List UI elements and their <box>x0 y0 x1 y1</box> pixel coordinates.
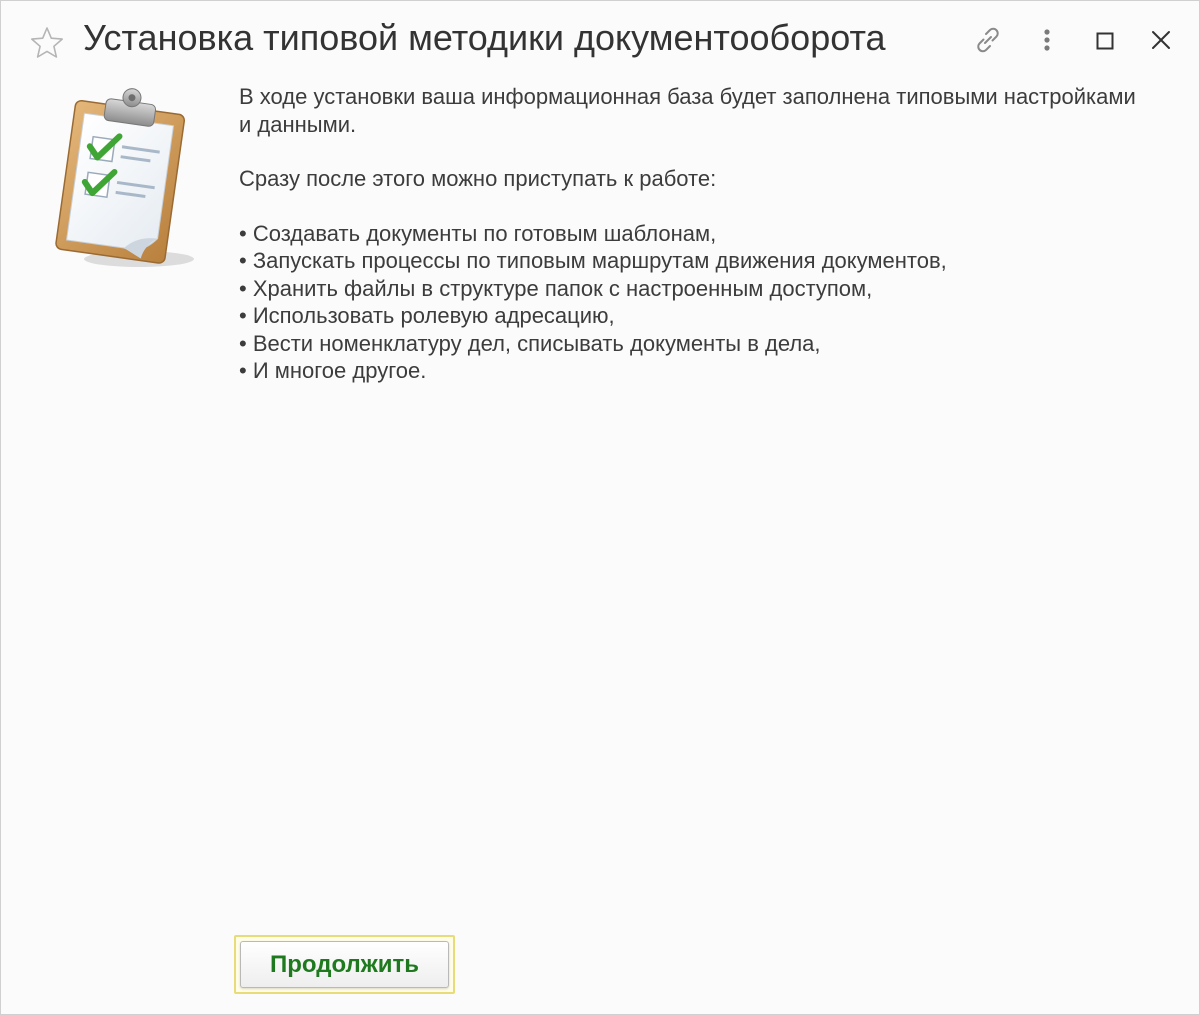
title-bar: Установка типовой методики документообор… <box>1 1 1199 79</box>
close-icon[interactable] <box>1144 23 1178 57</box>
feature-list: • Создавать документы по готовым шаблона… <box>239 220 1139 385</box>
list-item: • Хранить файлы в структуре папок с наст… <box>239 275 873 301</box>
more-vertical-icon[interactable] <box>1030 23 1064 57</box>
star-icon[interactable] <box>29 25 65 61</box>
after-text: Сразу после этого можно приступать к раб… <box>239 166 717 191</box>
clipboard-checklist-icon <box>41 83 201 273</box>
default-button-frame: Продолжить <box>234 935 455 994</box>
window-title: Установка типовой методики документообор… <box>83 17 886 58</box>
dialog-window: Установка типовой методики документообор… <box>0 0 1200 1015</box>
intro-text: В ходе установки ваша информационная баз… <box>239 84 1136 137</box>
list-item: • Создавать документы по готовым шаблона… <box>239 220 717 246</box>
list-item: • Использовать ролевую адресацию, <box>239 303 615 328</box>
maximize-icon[interactable] <box>1088 23 1122 57</box>
continue-button[interactable]: Продолжить <box>240 941 449 988</box>
list-item: • Вести номенклатуру дел, списывать доку… <box>239 330 821 356</box>
description: В ходе установки ваша информационная баз… <box>239 83 1139 385</box>
list-item: • И многое другое. <box>239 358 427 383</box>
link-icon[interactable] <box>971 23 1005 57</box>
list-item: • Запускать процессы по типовым маршрута… <box>239 248 947 273</box>
